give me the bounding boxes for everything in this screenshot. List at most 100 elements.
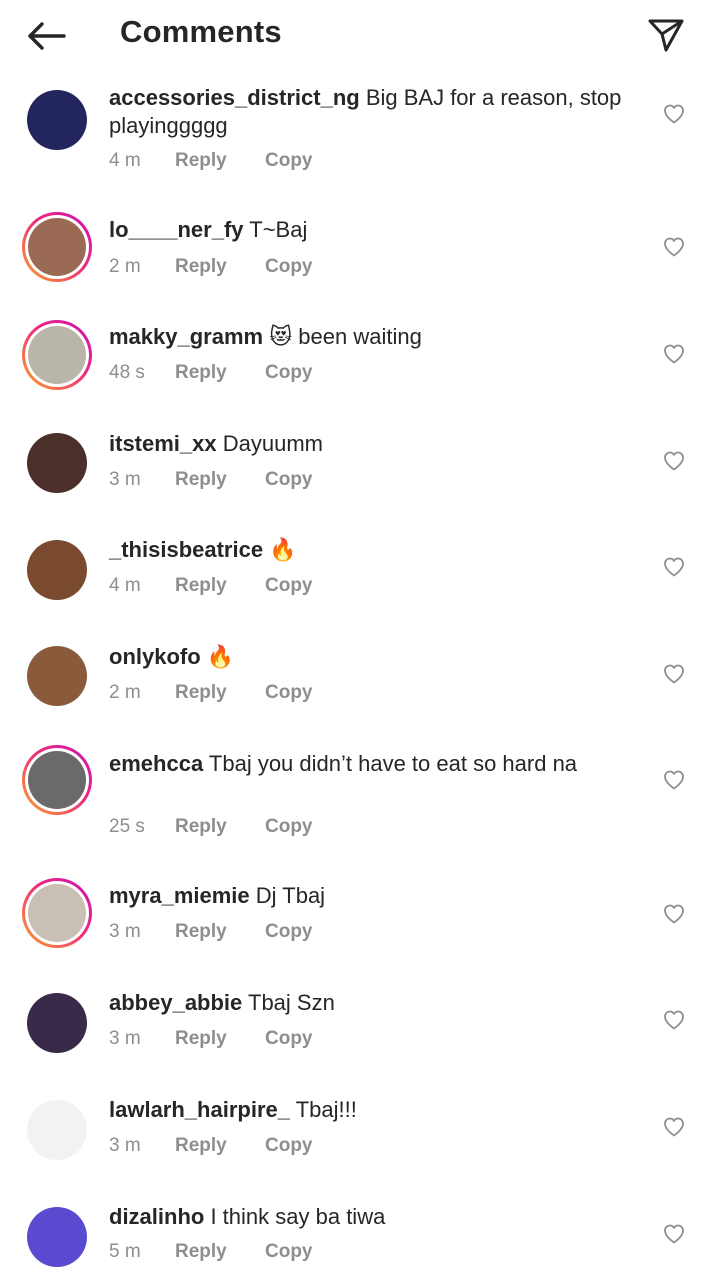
back-button[interactable] xyxy=(24,18,68,54)
copy-button[interactable]: Copy xyxy=(265,682,313,704)
avatar[interactable] xyxy=(27,1100,87,1160)
like-button[interactable] xyxy=(662,1222,686,1246)
comment-meta: 4 m Reply Copy xyxy=(109,150,313,172)
reply-button[interactable]: Reply xyxy=(175,575,265,597)
avatar[interactable] xyxy=(28,884,86,942)
like-button[interactable] xyxy=(662,235,686,259)
like-button[interactable] xyxy=(662,902,686,926)
reply-button[interactable]: Reply xyxy=(175,362,265,384)
avatar[interactable] xyxy=(28,218,86,276)
avatar-story-ring[interactable] xyxy=(22,320,92,390)
avatar-ring-gap xyxy=(25,748,89,812)
reply-button[interactable]: Reply xyxy=(175,1241,265,1263)
comment-timestamp: 4 m xyxy=(109,575,141,596)
like-button[interactable] xyxy=(662,555,686,579)
comment-username[interactable]: emehcca xyxy=(109,751,203,776)
avatar-wrapper[interactable] xyxy=(22,535,92,605)
like-button[interactable] xyxy=(662,768,686,792)
comment-body: emehcca Tbaj you didn’t have to eat so h… xyxy=(109,750,639,778)
comment-body: dizalinho I think say ba tiwa xyxy=(109,1203,639,1231)
copy-button[interactable]: Copy xyxy=(265,1028,313,1050)
comment-meta: 4 m Reply Copy xyxy=(109,575,313,597)
comment-timestamp: 48 s xyxy=(109,362,145,383)
copy-button[interactable]: Copy xyxy=(265,1241,313,1263)
comment-body: myra_miemie Dj Tbaj xyxy=(109,882,639,910)
comment-username[interactable]: abbey_abbie xyxy=(109,990,242,1015)
comment-body: onlykofo 🔥 xyxy=(109,643,639,671)
like-button[interactable] xyxy=(662,102,686,126)
copy-button[interactable]: Copy xyxy=(265,575,313,597)
avatar[interactable] xyxy=(27,433,87,493)
reply-button[interactable]: Reply xyxy=(175,921,265,943)
heart-icon xyxy=(664,904,684,924)
copy-button[interactable]: Copy xyxy=(265,256,313,278)
comment-username[interactable]: accessories_district_ng xyxy=(109,85,360,110)
comment-timestamp: 3 m xyxy=(109,1028,141,1049)
copy-button[interactable]: Copy xyxy=(265,469,313,491)
copy-button[interactable]: Copy xyxy=(265,362,313,384)
reply-button[interactable]: Reply xyxy=(175,256,265,278)
reply-button[interactable]: Reply xyxy=(175,816,265,838)
comment-body: _thisisbeatrice 🔥 xyxy=(109,536,639,564)
copy-button[interactable]: Copy xyxy=(265,921,313,943)
reply-button[interactable]: Reply xyxy=(175,1028,265,1050)
comment-username[interactable]: _thisisbeatrice xyxy=(109,537,263,562)
reply-button[interactable]: Reply xyxy=(175,150,265,172)
comment-username[interactable]: myra_miemie xyxy=(109,883,250,908)
comment-username[interactable]: lo____ner_fy xyxy=(109,217,244,242)
share-button[interactable] xyxy=(644,14,688,56)
comment-username[interactable]: onlykofo xyxy=(109,644,201,669)
avatar[interactable] xyxy=(28,326,86,384)
heart-icon xyxy=(664,1224,684,1244)
avatar-wrapper[interactable] xyxy=(22,988,92,1058)
comment-text: Tbaj!!! xyxy=(295,1097,357,1122)
copy-button[interactable]: Copy xyxy=(265,816,313,838)
copy-button[interactable]: Copy xyxy=(265,1135,313,1157)
heart-icon xyxy=(664,557,684,577)
avatar[interactable] xyxy=(27,540,87,600)
like-button[interactable] xyxy=(662,1008,686,1032)
reply-button[interactable]: Reply xyxy=(175,469,265,491)
heart-icon xyxy=(664,1117,684,1137)
avatar-wrapper[interactable] xyxy=(22,641,92,711)
avatar[interactable] xyxy=(27,646,87,706)
avatar-ring-gap xyxy=(25,881,89,945)
like-button[interactable] xyxy=(662,342,686,366)
comment-username[interactable]: dizalinho xyxy=(109,1204,204,1229)
avatar-wrapper[interactable] xyxy=(22,1095,92,1165)
avatar-wrapper[interactable] xyxy=(22,428,92,498)
comment-meta: 3 m Reply Copy xyxy=(109,1028,313,1050)
comment-body: accessories_district_ng Big BAJ for a re… xyxy=(109,84,639,140)
comment-text: Dayuumm xyxy=(222,431,323,456)
avatar-story-ring[interactable] xyxy=(22,878,92,948)
copy-button[interactable]: Copy xyxy=(265,150,313,172)
comment-text: T~Baj xyxy=(249,217,308,242)
comment-timestamp: 4 m xyxy=(109,150,141,171)
comment-username[interactable]: makky_gramm xyxy=(109,324,263,349)
arrow-left-icon xyxy=(28,22,66,50)
comment-timestamp: 3 m xyxy=(109,921,141,942)
like-button[interactable] xyxy=(662,1115,686,1139)
reply-button[interactable]: Reply xyxy=(175,682,265,704)
comment-text: Tbaj you didn’t have to eat so hard na xyxy=(208,751,578,776)
avatar[interactable] xyxy=(27,993,87,1053)
avatar-story-ring[interactable] xyxy=(22,212,92,282)
avatar[interactable] xyxy=(27,90,87,150)
avatar[interactable] xyxy=(28,751,86,809)
like-button[interactable] xyxy=(662,449,686,473)
avatar-story-ring[interactable] xyxy=(22,745,92,815)
avatar-wrapper[interactable] xyxy=(22,1202,92,1272)
like-button[interactable] xyxy=(662,662,686,686)
reply-button[interactable]: Reply xyxy=(175,1135,265,1157)
comment-text: 😻 been waiting xyxy=(269,324,422,349)
comment-body: abbey_abbie Tbaj Szn xyxy=(109,989,639,1017)
comment-timestamp: 25 s xyxy=(109,816,145,837)
comment-timestamp: 5 m xyxy=(109,1241,141,1262)
comment-timestamp: 2 m xyxy=(109,256,141,277)
comment-username[interactable]: lawlarh_hairpire_ xyxy=(109,1097,290,1122)
comment-username[interactable]: itstemi_xx xyxy=(109,431,217,456)
page-title: Comments xyxy=(120,14,282,49)
avatar-wrapper[interactable] xyxy=(22,85,92,155)
comment-text: Dj Tbaj xyxy=(255,883,326,908)
avatar[interactable] xyxy=(27,1207,87,1267)
